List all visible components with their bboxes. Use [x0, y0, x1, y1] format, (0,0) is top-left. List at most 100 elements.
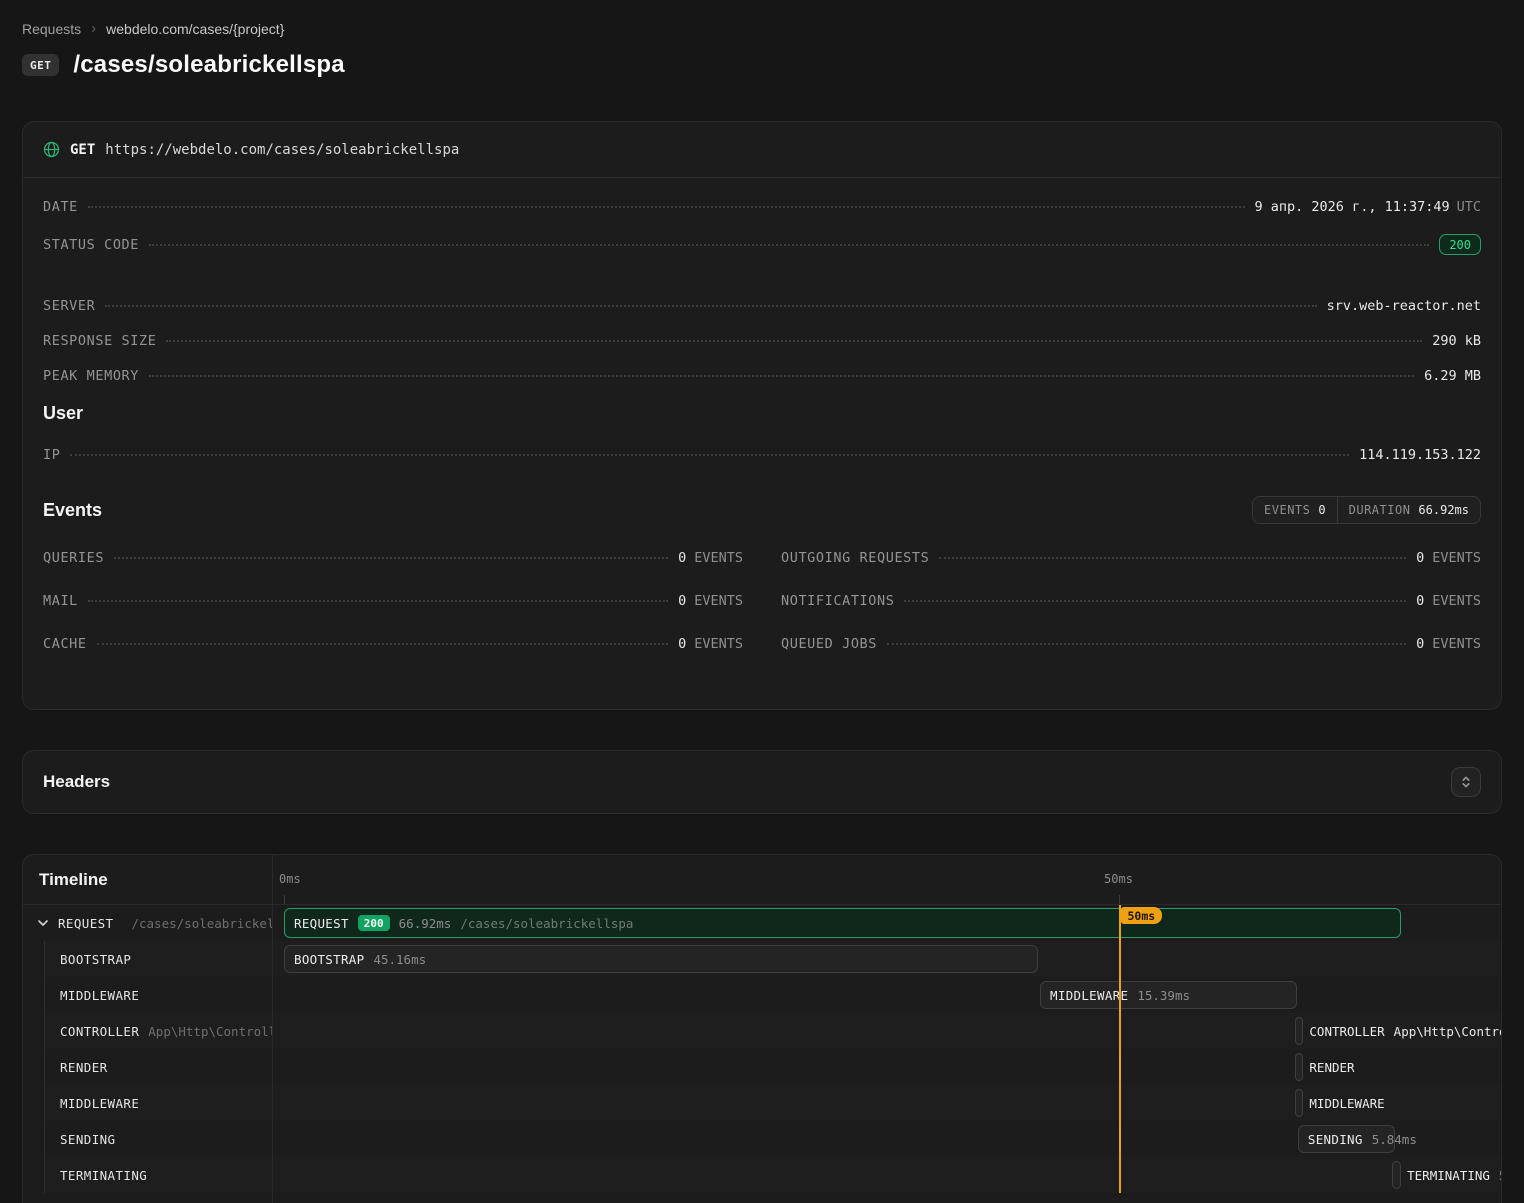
request-method: GET [70, 142, 95, 158]
bar-outside-label: RENDER [1309, 1053, 1354, 1081]
field-row: SERVERsrv.web-reactor.net [43, 298, 1481, 314]
field-value: srv.web-reactor.net [1327, 298, 1481, 314]
field-label: PEAK MEMORY [43, 368, 139, 384]
axis-tick-label: 0ms [279, 872, 301, 886]
event-counter-row: CACHE0EVENTS [43, 636, 743, 652]
timeline-left-panel: Timeline REQUEST/cases/soleabrickellspaB… [23, 855, 273, 1203]
bar-duration: 5.84ms [1372, 1132, 1417, 1147]
timeline-chart-row: REQUEST20066.92ms/cases/soleabrickellspa [273, 905, 1501, 941]
time-cursor-label: 50ms [1121, 907, 1163, 924]
field-label: STATUS CODE [43, 237, 139, 253]
timeline-row-label: RENDER [45, 1049, 272, 1085]
timeline-row-name: MIDDLEWARE [60, 988, 139, 1003]
bar-name: REQUEST [294, 916, 349, 931]
headers-card: Headers [22, 750, 1502, 814]
event-counters-grid: QUERIES0EVENTSMAIL0EVENTSCACHE0EVENTS OU… [43, 550, 1481, 679]
page-title: /cases/soleabrickellspa [73, 51, 344, 79]
counter-unit: EVENTS [1432, 636, 1481, 652]
counter-unit: EVENTS [694, 593, 743, 609]
timeline-chart-row: TERMINATING534 [273, 1157, 1501, 1193]
duration-segment: DURATION 66.92ms [1337, 497, 1480, 523]
user-fields: IP114.119.153.122 [43, 447, 1481, 463]
counter-label: CACHE [43, 636, 87, 652]
timeline-heading: Timeline [39, 870, 108, 890]
event-counter-row: QUEUED JOBS 0 EVENTS [781, 636, 1481, 652]
dotted-leader [904, 600, 1406, 602]
unfold-chevrons-icon [1459, 775, 1473, 789]
timeline-bar-middleware[interactable]: MIDDLEWARE15.39ms [1040, 981, 1297, 1009]
event-counter-row: NOTIFICATIONS0EVENTS [781, 593, 1481, 609]
dotted-leader [149, 244, 1429, 246]
bar-name: RENDER [1309, 1060, 1354, 1075]
field-value: 290 kB [1432, 333, 1481, 349]
timeline-row-name: RENDER [60, 1060, 108, 1075]
timeline-bar-request[interactable]: REQUEST20066.92ms/cases/soleabrickellspa [284, 908, 1401, 938]
events-section-header: Events EVENTS 0 DURATION 66.92ms [43, 496, 1481, 524]
dotted-leader [166, 340, 1422, 342]
bar-status-badge: 200 [358, 915, 390, 931]
counter-value: 0 [678, 636, 686, 652]
breadcrumb-current: webdelo.com/cases/{project} [106, 21, 284, 37]
timeline-row-labels: REQUEST/cases/soleabrickellspaBOOTSTRAPM… [23, 905, 272, 1193]
events-summary-badge: EVENTS 0 DURATION 66.92ms [1252, 496, 1481, 524]
counter-value: 0 [678, 550, 686, 566]
counter-label: MAIL [43, 593, 78, 609]
counter-value: 0 [1416, 550, 1424, 566]
request-url-header: GET https://webdelo.com/cases/soleabrick… [23, 122, 1501, 178]
counter-label: NOTIFICATIONS [781, 593, 894, 609]
bar-path: App\Http\Controllers [1394, 1024, 1501, 1039]
bar-name: MIDDLEWARE [1309, 1096, 1384, 1111]
axis-tick [1119, 895, 1120, 904]
headers-heading: Headers [43, 772, 110, 792]
events-count-segment: EVENTS 0 [1253, 497, 1337, 523]
field-value-suffix: UTC [1457, 199, 1481, 215]
request-card-body: DATE9 апр. 2026 г., 11:37:49UTC STATUS CO… [23, 178, 1501, 709]
timeline-bar-terminating[interactable] [1392, 1161, 1401, 1189]
timeline-chart-row: RENDER [273, 1049, 1501, 1085]
field-row: IP114.119.153.122 [43, 447, 1481, 463]
timeline-bar-controller[interactable] [1295, 1017, 1303, 1045]
field-label: RESPONSE SIZE [43, 333, 156, 349]
dotted-leader [88, 600, 668, 602]
request-fields-primary: DATE9 апр. 2026 г., 11:37:49UTC STATUS CO… [43, 199, 1481, 255]
field-row: DATE9 апр. 2026 г., 11:37:49UTC [43, 199, 1481, 215]
status-code-badge: 200 [1439, 234, 1481, 255]
timeline-row-subtext: /cases/soleabrickellspa [131, 916, 272, 931]
headers-expand-button[interactable] [1451, 767, 1481, 797]
bar-outside-label: MIDDLEWARE [1309, 1089, 1384, 1117]
bar-outside-label: TERMINATING534 [1407, 1161, 1501, 1189]
bar-name: BOOTSTRAP [294, 952, 364, 967]
counter-label: QUEUED JOBS [781, 636, 877, 652]
timeline-chart-row: BOOTSTRAP45.16ms [273, 941, 1501, 977]
timeline-row-name: MIDDLEWARE [60, 1096, 139, 1111]
timeline-chart-row: SENDING5.84ms [273, 1121, 1501, 1157]
dotted-leader [97, 643, 668, 645]
timeline-row-label: SENDING [45, 1121, 272, 1157]
page-title-row: GET /cases/soleabrickellspa [22, 51, 1502, 79]
timeline-bar-sending[interactable]: SENDING5.84ms [1298, 1125, 1395, 1153]
timeline-sub-rows: BOOTSTRAPMIDDLEWARECONTROLLERApp\Http\Co… [44, 941, 272, 1193]
event-counter-row: OUTGOING REQUESTS0EVENTS [781, 550, 1481, 566]
breadcrumb-root[interactable]: Requests [22, 21, 81, 37]
counter-label: OUTGOING REQUESTS [781, 550, 929, 566]
events-section-heading: Events [43, 500, 102, 521]
timeline-chart: 0ms50ms REQUEST20066.92ms/cases/soleabri… [273, 855, 1501, 1203]
counter-value: 0 [1416, 636, 1424, 652]
timeline-row-label: TERMINATING [45, 1157, 272, 1193]
timeline-row-label[interactable]: REQUEST/cases/soleabrickellspa [23, 905, 272, 941]
field-value: 114.119.153.122 [1359, 447, 1481, 463]
timeline-bar-render[interactable] [1295, 1053, 1303, 1081]
fields-separator [43, 274, 1481, 298]
field-row: STATUS CODE 200 [43, 234, 1481, 255]
timeline-axis: 0ms50ms [273, 855, 1501, 905]
timeline-chart-row: CONTROLLERApp\Http\Controllers [273, 1013, 1501, 1049]
time-cursor-line[interactable] [1119, 905, 1121, 1193]
timeline-bar-bootstrap[interactable]: BOOTSTRAP45.16ms [284, 945, 1038, 973]
timeline-row-label: MIDDLEWARE [45, 977, 272, 1013]
bar-duration: 66.92ms [399, 916, 452, 931]
field-label: DATE [43, 199, 78, 215]
counter-value: 0 [678, 593, 686, 609]
timeline-bar-middleware[interactable] [1295, 1089, 1303, 1117]
dotted-leader [114, 557, 668, 559]
axis-tick [284, 895, 285, 904]
